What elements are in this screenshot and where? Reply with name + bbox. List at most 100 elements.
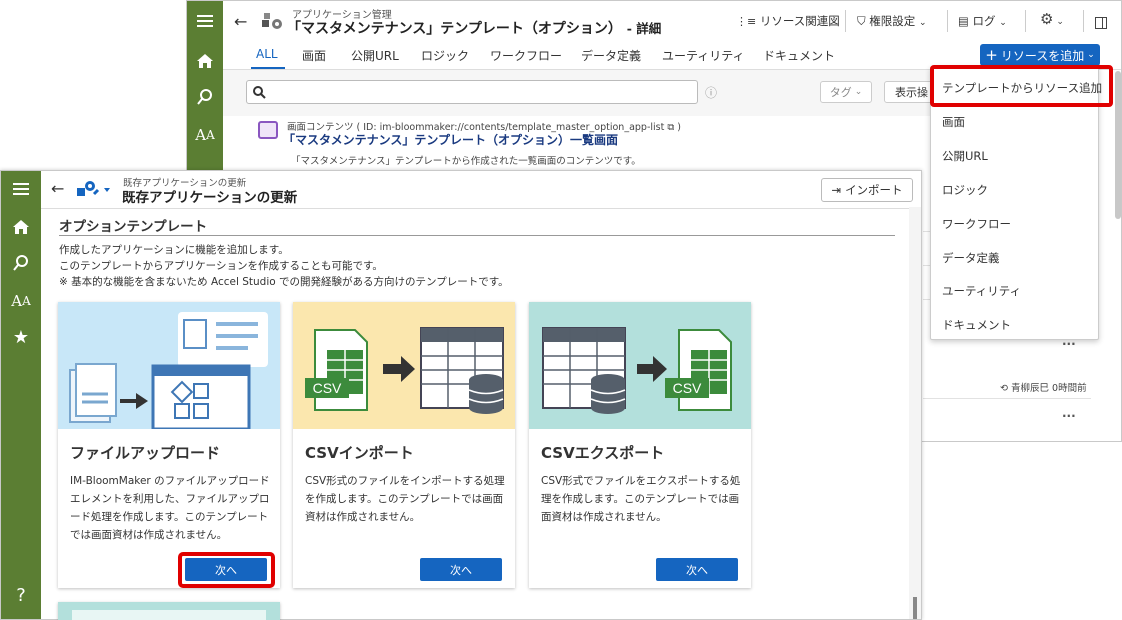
item-meta-close: ) [677,122,681,133]
highlight-box-next [178,552,275,588]
help-search-icon[interactable]: ⓘ [705,84,717,101]
add-resource-dropdown: テンプレートからリソース追加 画面 公開URL ロジック ワークフロー データ定… [930,66,1102,340]
permissions-button[interactable]: ⛉ 権限設定 ⌄ [857,13,926,29]
app-gear-icon [261,11,283,35]
app-tools-icon [76,179,112,203]
menu-item-data-definition[interactable]: データ定義 [942,250,1000,266]
section-title: オプションテンプレート [59,219,208,235]
card-description: IM-BloomMaker のファイルアップロードエレメントを利用した、ファイル… [70,475,270,541]
template-card-file-upload[interactable]: ファイルアップロード IM-BloomMaker のファイルアップロードエレメン… [58,302,280,588]
star-icon[interactable]: ★ [1,321,41,353]
import-icon: ⇥ [831,183,842,197]
page-title: 既存アプリケーションの更新 [122,190,298,206]
import-button[interactable]: ⇥ インポート [821,178,913,202]
settings-button[interactable]: ⚙ ⌄ [1040,10,1064,28]
font-icon[interactable]: AA [1,285,41,317]
copy-icon[interactable]: ⧉ [667,122,674,133]
divider [845,10,846,32]
csv-import-illustration: CSV [305,327,504,414]
tab-public-url[interactable]: 公開URL [351,47,399,64]
home-icon[interactable] [1,211,41,243]
search-input[interactable] [246,80,698,104]
tab-workflow[interactable]: ワークフロー [490,47,562,64]
csv-badge: CSV [313,380,342,396]
menu-icon[interactable] [1,173,41,205]
card-description: CSV形式でファイルをエクスポートする処理を作成します。このテンプレートでは画面… [541,475,741,523]
tab-data-definition[interactable]: データ定義 [581,47,641,64]
template-card-partial[interactable] [58,602,280,620]
highlight-box-template [930,65,1113,107]
printer-icon: ▤ [958,14,969,28]
header-divider [41,208,921,209]
card-illustration: CSV [293,302,515,429]
scrollbar-track[interactable] [909,207,921,619]
tab-utility[interactable]: ユーティリティ [662,47,745,64]
tag-label: タグ [829,86,852,99]
chevron-down-icon: ⌄ [854,87,863,97]
card-title: ファイルアップロード [70,444,221,462]
intro-line-3: ※ 基本的な機能を含まないため Accel Studio での開発経験がある方向… [59,276,509,288]
search-icon[interactable] [187,81,223,113]
chevron-down-icon: ⌄ [918,18,927,28]
page-title: 「マスタメンテナンス」テンプレート（オプション） - 詳細 [287,18,661,38]
menu-item-document[interactable]: ドキュメント [942,317,1011,333]
panel-toggle-icon[interactable] [1095,14,1107,33]
resource-map-icon: ⋮≡ [736,15,757,28]
menu-item-utility[interactable]: ユーティリティ [942,283,1021,299]
tag-filter-button[interactable]: タグ ⌄ [820,81,872,103]
more-options-icon[interactable]: ··· [1062,409,1076,423]
next-button[interactable]: 次へ [420,558,502,581]
front-sidebar: AA ★ ? [1,171,41,619]
menu-item-workflow[interactable]: ワークフロー [942,216,1011,232]
divider [1083,10,1084,32]
tab-all[interactable]: ALL [256,47,278,61]
log-label: ログ [972,14,996,28]
help-icon[interactable]: ? [1,579,41,611]
row-divider [923,398,1091,399]
card-illustration: CSV [529,302,751,429]
tab-document[interactable]: ドキュメント [763,47,835,64]
scrollbar-thumb[interactable] [1115,71,1121,219]
menu-item-logic[interactable]: ロジック [942,182,988,198]
chevron-down-icon: ⌄ [1087,50,1095,60]
file-upload-illustration [69,312,268,431]
home-icon[interactable] [187,45,223,77]
menu-item-public-url[interactable]: 公開URL [942,148,988,164]
scrollbar-thumb[interactable] [913,597,917,619]
screen-content-icon [258,121,278,139]
card-description: CSV形式のファイルをインポートする処理を作成します。このテンプレートでは画面資… [305,475,505,523]
card-illustration [58,302,280,431]
menu-item-screen[interactable]: 画面 [942,114,965,130]
gear-icon: ⚙ [1040,10,1054,28]
shield-icon: ⛉ [857,14,866,28]
updated-text: 青柳辰巳 0時間前 [1011,383,1087,394]
menu-icon[interactable] [187,5,223,37]
template-card-csv-export[interactable]: CSV CSVエクスポート CSV形式でファイルをエクスポートする処理を作成しま… [529,302,751,588]
log-button[interactable]: ▤ ログ ⌄ [958,13,1007,29]
resource-map-button[interactable]: ⋮≡ リソース関連図 [736,13,840,29]
updated-info: ⟲ 青柳辰巳 0時間前 [1000,380,1087,394]
next-button[interactable]: 次へ [656,558,738,581]
back-arrow-icon[interactable]: ← [51,179,64,198]
divider [1025,10,1026,32]
card-illustration-shape [72,610,266,620]
card-illustration [58,602,280,620]
chevron-down-icon: ⌄ [1053,17,1064,27]
template-card-csv-import[interactable]: CSV CSVインポート CSV形式のファイルをインポートする処理を作成します。… [293,302,515,588]
search-icon [252,84,266,103]
search-icon[interactable] [1,247,41,279]
item-title-link[interactable]: 「マスタメンテナンス」テンプレート（オプション）一覧画面 [283,131,618,148]
section-divider [59,235,895,236]
font-icon[interactable]: AA [187,119,223,151]
intro-line-1: 作成したアプリケーションに機能を追加します。 [59,244,289,256]
card-title: CSVエクスポート [541,444,665,462]
display-button[interactable]: 表示操 [884,81,934,103]
permissions-label: 権限設定 [869,14,916,28]
history-icon: ⟲ [1000,383,1008,394]
back-arrow-icon[interactable]: ← [234,12,247,31]
import-label: インポート [845,183,903,197]
tab-screen[interactable]: 画面 [302,47,326,64]
page-title-text: 「マスタメンテナンス」テンプレート（オプション） [287,21,622,37]
add-resource-button[interactable]: + リソースを追加 ⌄ [980,44,1100,66]
tab-logic[interactable]: ロジック [421,47,469,64]
